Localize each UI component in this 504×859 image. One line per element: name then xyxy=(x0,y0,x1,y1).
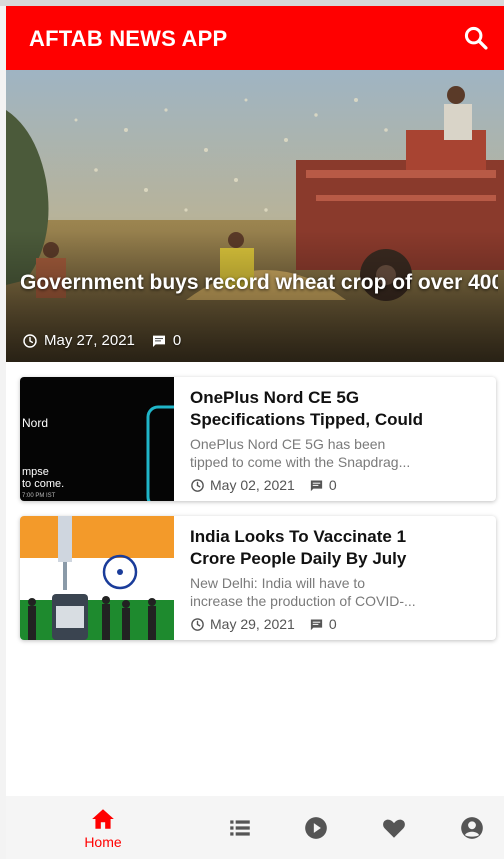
nav-home[interactable]: Home xyxy=(68,796,138,859)
home-icon xyxy=(92,808,114,829)
list-icon xyxy=(230,819,250,836)
thumb-text-3: to come. xyxy=(22,478,64,490)
nav-account[interactable] xyxy=(448,796,496,859)
article-title[interactable]: India Looks To Vaccinate 1 Crore People … xyxy=(190,526,488,570)
featured-article[interactable]: Government buys record wheat crop of ove… xyxy=(6,70,504,362)
bottom-navigation: Home xyxy=(6,796,504,859)
search-icon[interactable] xyxy=(462,24,490,52)
article-excerpt: OnePlus Nord CE 5G has been tipped to co… xyxy=(190,436,411,470)
app-bar: AFTAB NEWS APP xyxy=(6,6,504,70)
article-thumbnail: Nord mpse to come. 7:00 PM IST xyxy=(20,377,174,501)
article-date: May 29, 2021 xyxy=(210,616,295,632)
article-card[interactable]: Nord mpse to come. 7:00 PM IST OnePlus N… xyxy=(20,377,496,501)
clock-icon xyxy=(191,617,204,631)
article-thumbnail xyxy=(20,516,174,640)
heart-icon xyxy=(383,819,405,838)
play-icon xyxy=(305,816,327,839)
article-comments: 0 xyxy=(328,616,337,632)
clock-icon xyxy=(191,478,204,492)
thumb-text-1: Nord xyxy=(22,416,48,430)
app-title: AFTAB NEWS APP xyxy=(29,26,228,51)
article-meta: May 02, 2021 0 xyxy=(190,477,488,493)
featured-image xyxy=(6,70,504,362)
nav-favorites[interactable] xyxy=(370,796,418,859)
thumb-text-2: mpse xyxy=(22,466,49,478)
featured-comments: 0 xyxy=(172,332,182,349)
comment-icon xyxy=(152,335,165,347)
clock-icon xyxy=(23,333,37,348)
article-date: May 02, 2021 xyxy=(210,477,295,493)
article-comments: 0 xyxy=(328,477,337,493)
comment-icon xyxy=(310,619,322,630)
article-meta: May 29, 2021 0 xyxy=(190,616,488,632)
thumb-text-4: 7:00 PM IST xyxy=(22,493,56,499)
article-title[interactable]: OnePlus Nord CE 5G Specifications Tipped… xyxy=(190,387,488,431)
featured-date: May 27, 2021 xyxy=(44,332,135,349)
account-icon xyxy=(461,816,483,839)
comment-icon xyxy=(310,480,322,491)
featured-meta: May 27, 2021 0 xyxy=(22,332,181,349)
nav-categories[interactable] xyxy=(216,796,264,859)
nav-videos[interactable] xyxy=(292,796,340,859)
article-excerpt: New Delhi: India will have to increase t… xyxy=(190,575,416,609)
article-card[interactable]: India Looks To Vaccinate 1 Crore People … xyxy=(20,516,496,640)
nav-home-label: Home xyxy=(84,833,122,850)
featured-title[interactable]: Government buys record wheat crop of ove… xyxy=(20,270,498,296)
